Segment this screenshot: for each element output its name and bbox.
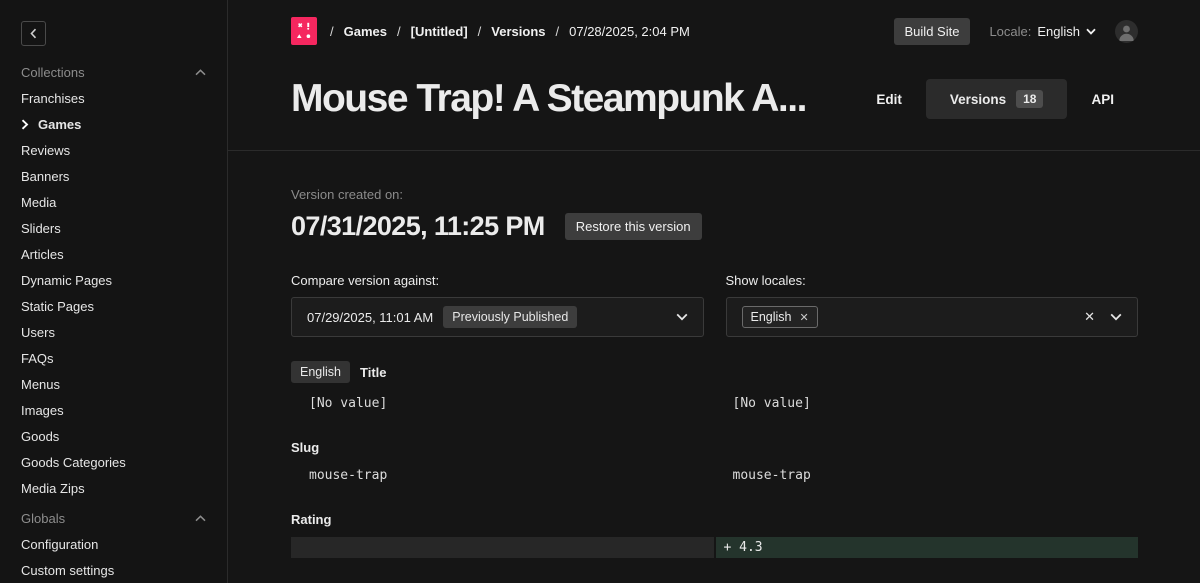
version-view: Version created on: 07/31/2025, 11:25 PM… [228, 151, 1200, 583]
diff-rating-new-bar: + 4.3 [716, 537, 1139, 558]
chevron-down-icon [1110, 313, 1122, 321]
sidebar-item-menus[interactable]: Menus [0, 371, 227, 397]
diff-title-values: [No value] [No value] [291, 396, 1138, 411]
diff-slug-new: mouse-trap [726, 468, 1139, 483]
breadcrumb-separator: / [330, 24, 334, 39]
sidebar-item-banners[interactable]: Banners [0, 163, 227, 189]
app-window: Collections Franchises Games Reviews Ban… [0, 0, 1200, 583]
clear-locales-icon[interactable]: ✕ [1084, 309, 1095, 325]
sidebar-item-dynamic-pages[interactable]: Dynamic Pages [0, 267, 227, 293]
restore-version-button[interactable]: Restore this version [565, 213, 702, 240]
sidebar-item-users[interactable]: Users [0, 319, 227, 345]
sidebar-item-label: Games [38, 117, 81, 132]
sidebar-item-configuration[interactable]: Configuration [0, 531, 227, 557]
locale-chip: English ✕ [742, 306, 818, 328]
sidebar-item-static-pages[interactable]: Static Pages [0, 293, 227, 319]
document-tabs: Edit Versions 18 API [852, 79, 1138, 119]
tab-edit[interactable]: Edit [852, 92, 926, 107]
tab-api[interactable]: API [1067, 92, 1138, 107]
breadcrumb-games[interactable]: Games [344, 24, 387, 39]
sidebar-group-collections[interactable]: Collections [0, 59, 227, 85]
sidebar-item-sliders[interactable]: Sliders [0, 215, 227, 241]
sidebar-group-label: Globals [21, 511, 65, 526]
top-bar: / Games / [Untitled] / Versions / 07/28/… [228, 0, 1200, 62]
breadcrumb-separator: / [556, 24, 560, 39]
sidebar-group-label: Collections [21, 65, 85, 80]
user-icon [1115, 20, 1138, 43]
breadcrumb-separator: / [478, 24, 482, 39]
chevron-down-icon [676, 313, 688, 321]
diff-field-title-label: Title [360, 365, 387, 380]
diff-field-slug-label: Slug [291, 440, 1138, 455]
chevron-up-icon [195, 69, 206, 76]
diff-rating-values: + 4.3 [291, 537, 1138, 558]
show-locales-field: Show locales: English ✕ ✕ [726, 273, 1139, 337]
diff-title-old: [No value] [291, 396, 704, 411]
app-logo-icon[interactable] [291, 17, 317, 45]
show-locales-select[interactable]: English ✕ ✕ [726, 297, 1139, 337]
compare-version-value: 07/29/2025, 11:01 AM [307, 310, 433, 325]
topbar-actions: Build Site Locale: English [894, 18, 1138, 45]
diff-title-new: [No value] [726, 396, 1139, 411]
versions-count-badge: 18 [1016, 90, 1043, 108]
sidebar-group-globals[interactable]: Globals [0, 505, 227, 531]
show-locales-label: Show locales: [726, 273, 1139, 288]
diff-rating-added-value: + 4.3 [716, 540, 763, 555]
sidebar-item-custom-settings[interactable]: Custom settings [0, 557, 227, 583]
tab-versions[interactable]: Versions 18 [926, 79, 1068, 119]
sidebar-nav: Collections Franchises Games Reviews Ban… [0, 59, 227, 583]
breadcrumb-untitled[interactable]: [Untitled] [411, 24, 468, 39]
sidebar-item-goods[interactable]: Goods [0, 423, 227, 449]
tab-versions-label: Versions [950, 92, 1006, 107]
chevron-right-icon [21, 119, 29, 130]
breadcrumb-current-version: 07/28/2025, 2:04 PM [569, 24, 690, 39]
compare-version-field: Compare version against: 07/29/2025, 11:… [291, 273, 704, 337]
breadcrumb-separator: / [397, 24, 401, 39]
sidebar-item-games[interactable]: Games [0, 111, 227, 137]
build-site-button[interactable]: Build Site [894, 18, 971, 45]
sidebar-collapse-button[interactable] [21, 21, 46, 46]
diff-slug-old: mouse-trap [291, 468, 704, 483]
compare-version-select[interactable]: 07/29/2025, 11:01 AM Previously Publishe… [291, 297, 704, 337]
document-header: Mouse Trap! A Steampunk A... Edit Versio… [228, 62, 1200, 151]
sidebar-item-reviews[interactable]: Reviews [0, 137, 227, 163]
locale-selector[interactable]: Locale: English [989, 24, 1096, 39]
sidebar-item-media[interactable]: Media [0, 189, 227, 215]
diff-slug-values: mouse-trap mouse-trap [291, 468, 1138, 483]
created-on-label: Version created on: [291, 187, 1138, 202]
diff-rating-old-bar [291, 537, 714, 558]
sidebar-item-media-zips[interactable]: Media Zips [0, 475, 227, 501]
chevron-up-icon [195, 515, 206, 522]
page-title: Mouse Trap! A Steampunk A... [291, 77, 806, 121]
avatar[interactable] [1115, 20, 1138, 43]
breadcrumb-versions[interactable]: Versions [491, 24, 545, 39]
chevron-left-icon [30, 28, 37, 39]
sidebar-item-articles[interactable]: Articles [0, 241, 227, 267]
compare-version-label: Compare version against: [291, 273, 704, 288]
sidebar-item-faqs[interactable]: FAQs [0, 345, 227, 371]
locale-label: Locale: [989, 24, 1031, 39]
chevron-down-icon [1086, 28, 1096, 35]
locale-chip-label: English [751, 310, 792, 324]
sidebar-item-goods-categories[interactable]: Goods Categories [0, 449, 227, 475]
locale-value: English [1037, 24, 1080, 39]
diff-field-rating-label: Rating [291, 512, 1138, 527]
breadcrumb: / Games / [Untitled] / Versions / 07/28/… [291, 17, 690, 45]
sidebar: Collections Franchises Games Reviews Ban… [0, 0, 228, 583]
created-on-value: 07/31/2025, 11:25 PM [291, 211, 545, 242]
sidebar-item-images[interactable]: Images [0, 397, 227, 423]
previously-published-badge: Previously Published [443, 306, 577, 328]
sidebar-item-franchises[interactable]: Franchises [0, 85, 227, 111]
remove-locale-icon[interactable]: ✕ [800, 311, 809, 324]
diff-locale-pill: English [291, 361, 350, 383]
main-area: / Games / [Untitled] / Versions / 07/28/… [228, 0, 1200, 583]
